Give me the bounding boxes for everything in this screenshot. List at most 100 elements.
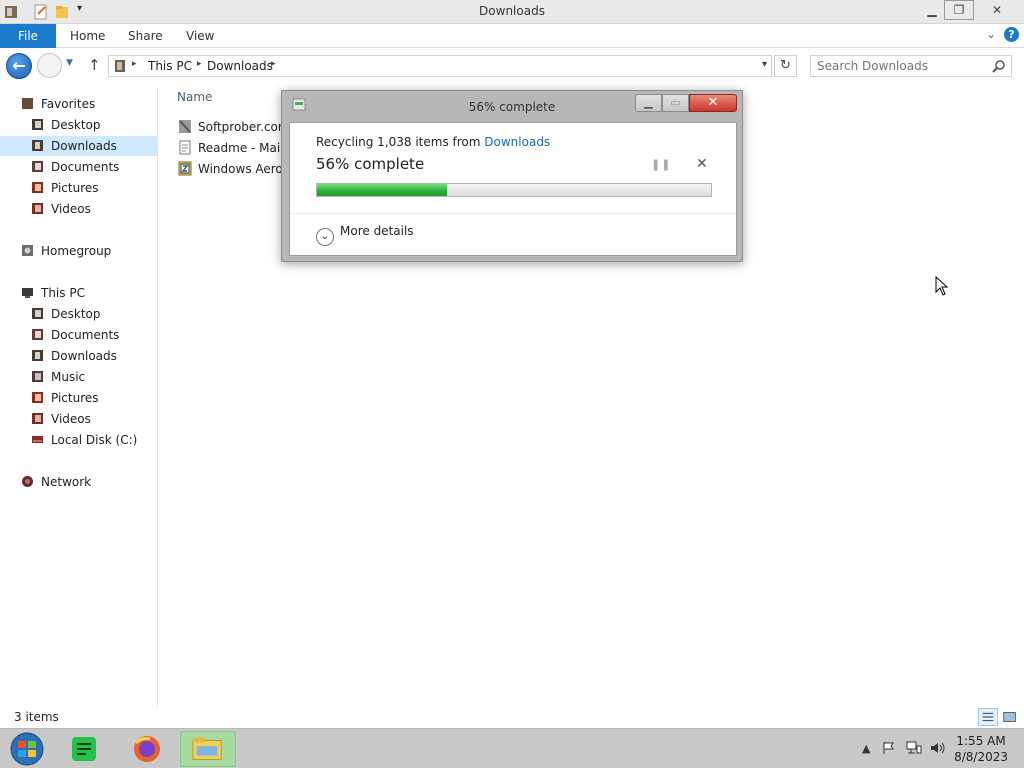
- file-item[interactable]: Windows Aero 8: [178, 161, 294, 176]
- item-count: 3 items: [14, 710, 59, 724]
- breadcrumb-separator[interactable]: ▸: [271, 59, 276, 69]
- up-button[interactable]: ↑: [88, 56, 101, 74]
- nav-fav-videos[interactable]: Videos: [31, 199, 91, 219]
- show-hidden-icons-button[interactable]: ▲: [862, 742, 870, 755]
- nav-fav-downloads[interactable]: Downloads: [0, 136, 157, 156]
- documents-icon: [32, 329, 43, 340]
- nav-pc-videos[interactable]: Videos: [31, 409, 91, 429]
- search-icon[interactable]: [992, 59, 1006, 73]
- text-file-icon: [179, 140, 191, 155]
- nav-pc-documents[interactable]: Documents: [31, 325, 119, 345]
- taskbar-app-firefox[interactable]: [118, 731, 174, 767]
- archive-icon: [179, 120, 191, 133]
- window-title: Downloads: [479, 4, 545, 18]
- network-status-icon[interactable]: [906, 741, 922, 755]
- downloads-icon: [32, 350, 43, 361]
- status-bar: 3 items: [0, 706, 1024, 728]
- taskbar-app-spreadsheet[interactable]: [56, 731, 112, 767]
- star-icon: [22, 98, 33, 109]
- nav-fav-desktop[interactable]: Desktop: [31, 115, 101, 135]
- dialog-body: Recycling 1,038 items from Downloads 56%…: [289, 122, 737, 256]
- back-button[interactable]: ←: [6, 53, 32, 79]
- pictures-icon: [32, 392, 43, 403]
- taskbar-app-file-explorer[interactable]: [180, 731, 236, 767]
- homegroup-icon: [22, 245, 33, 256]
- desktop-icon: [32, 119, 43, 130]
- close-button[interactable]: ✕: [982, 0, 1012, 20]
- ribbon: File Home Share View ⌄ ?: [0, 24, 1024, 48]
- nav-fav-documents[interactable]: Documents: [31, 157, 119, 177]
- tab-share[interactable]: Share: [128, 29, 163, 43]
- percent-complete-text: 56% complete: [316, 155, 425, 173]
- computer-icon: [22, 288, 33, 298]
- nav-pc-desktop[interactable]: Desktop: [31, 304, 101, 324]
- tab-home[interactable]: Home: [70, 29, 105, 43]
- nav-pc-local-disk[interactable]: Local Disk (C:): [31, 430, 137, 450]
- source-folder-link[interactable]: Downloads: [484, 135, 550, 149]
- title-bar: ▾ Downloads ▁ ❐ ✕: [0, 0, 1024, 24]
- dialog-maximize-button[interactable]: ▭: [662, 94, 689, 112]
- address-bar[interactable]: ▸ This PC ▸ Downloads ▸ ▾: [108, 55, 772, 77]
- restore-button[interactable]: ❐: [944, 0, 974, 20]
- recent-locations-dropdown[interactable]: ▼: [66, 58, 73, 68]
- navigation-bar: ← ▼ ↑ ▸ This PC ▸ Downloads ▸ ▾ ↻: [0, 48, 1024, 84]
- nav-pc-downloads[interactable]: Downloads: [31, 346, 117, 366]
- chevron-down-icon: ⌄: [316, 228, 334, 246]
- music-icon: [32, 371, 43, 382]
- divider: [290, 213, 736, 214]
- network-icon: [22, 476, 33, 487]
- tab-view[interactable]: View: [186, 29, 214, 43]
- videos-icon: [32, 413, 43, 424]
- drive-icon: [32, 436, 43, 443]
- file-explorer-icon: [192, 737, 222, 760]
- forward-button[interactable]: [37, 53, 62, 78]
- search-input[interactable]: [817, 59, 987, 73]
- operation-description: Recycling 1,038 items from Downloads: [316, 135, 551, 149]
- documents-icon: [32, 161, 43, 172]
- spreadsheet-app-icon: [72, 737, 96, 761]
- downloads-folder-icon: [115, 60, 125, 72]
- cancel-operation-button[interactable]: ✕: [696, 156, 708, 172]
- address-dropdown-icon[interactable]: ▾: [762, 59, 767, 70]
- mouse-cursor-icon: [935, 276, 949, 296]
- refresh-button[interactable]: ↻: [774, 55, 797, 77]
- details-view-icon: [982, 712, 994, 722]
- help-icon[interactable]: ?: [1004, 27, 1019, 42]
- breadcrumb-downloads[interactable]: Downloads: [207, 59, 273, 73]
- large-icons-view-icon: [1003, 712, 1016, 722]
- nav-homegroup[interactable]: Homegroup: [21, 241, 111, 261]
- progress-bar-fill: [317, 184, 448, 196]
- dialog-minimize-button[interactable]: ▁: [635, 94, 662, 112]
- system-clock[interactable]: 1:55 AM 8/8/2023: [954, 733, 1008, 765]
- nav-favorites[interactable]: Favorites: [21, 94, 95, 114]
- column-header-name[interactable]: Name: [177, 90, 212, 104]
- firefox-icon: [134, 736, 160, 762]
- dialog-close-button[interactable]: ✕: [689, 94, 737, 112]
- navigation-pane: Favorites Desktop Downloads Documents Pi…: [0, 88, 158, 706]
- more-details-button[interactable]: ⌄ More details: [316, 224, 414, 246]
- nav-pc-pictures[interactable]: Pictures: [31, 388, 99, 408]
- file-item[interactable]: Softprober.com_: [178, 119, 296, 134]
- search-box[interactable]: [810, 55, 1012, 77]
- nav-fav-pictures[interactable]: Pictures: [31, 178, 99, 198]
- expand-ribbon-icon[interactable]: ⌄: [986, 27, 996, 41]
- action-center-flag-icon[interactable]: [882, 741, 896, 755]
- breadcrumb-separator[interactable]: ▸: [132, 59, 137, 69]
- nav-pc-music[interactable]: Music: [31, 367, 85, 387]
- pause-button[interactable]: ❚❚: [651, 158, 671, 171]
- breadcrumb-separator[interactable]: ▸: [197, 59, 202, 69]
- progress-bar: [316, 183, 712, 197]
- volume-icon[interactable]: [930, 741, 946, 755]
- breadcrumb-this-pc[interactable]: This PC: [148, 59, 192, 73]
- minimize-button[interactable]: ▁: [917, 0, 947, 20]
- videos-icon: [32, 203, 43, 214]
- desktop-icon: [32, 308, 43, 319]
- nav-network[interactable]: Network: [21, 472, 91, 492]
- details-view-button[interactable]: [978, 708, 998, 726]
- nav-this-pc[interactable]: This PC: [21, 283, 85, 303]
- tab-file[interactable]: File: [0, 24, 56, 48]
- start-button[interactable]: [8, 732, 46, 766]
- downloads-icon: [32, 140, 43, 151]
- recycle-progress-dialog[interactable]: 56% complete ▁ ▭ ✕ Recycling 1,038 items…: [281, 90, 743, 262]
- large-icons-view-button[interactable]: [1000, 708, 1020, 726]
